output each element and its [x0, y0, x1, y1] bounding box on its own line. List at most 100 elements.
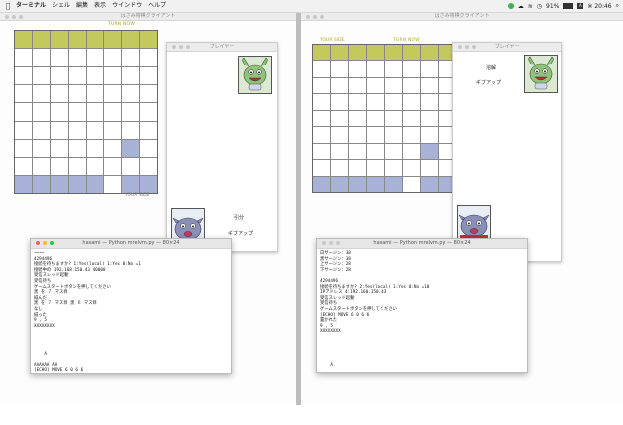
board-cell[interactable] — [104, 157, 122, 175]
board-cell[interactable] — [104, 103, 122, 121]
board-cell[interactable] — [104, 175, 122, 193]
battery-icon[interactable] — [563, 3, 574, 9]
board-cell[interactable] — [140, 49, 157, 67]
input-source-icon[interactable]: A — [577, 3, 584, 9]
board-cell[interactable] — [331, 61, 348, 77]
board-cell[interactable] — [349, 176, 366, 192]
board-cell[interactable] — [104, 121, 122, 139]
board-cell[interactable] — [86, 157, 104, 175]
board-cell[interactable] — [32, 175, 50, 193]
menu-window[interactable]: ウインドウ — [112, 2, 142, 10]
board-cell[interactable] — [68, 85, 86, 103]
board-cell[interactable] — [421, 77, 438, 94]
board-cell[interactable] — [15, 103, 32, 121]
board-cell[interactable] — [140, 67, 157, 85]
board-cell[interactable] — [331, 143, 348, 160]
board-cell[interactable] — [367, 127, 384, 143]
status-app-icon[interactable] — [507, 3, 514, 9]
board-cell[interactable] — [331, 176, 348, 192]
board-cell[interactable] — [50, 67, 68, 85]
board-cell[interactable] — [50, 49, 68, 67]
board-cell[interactable] — [86, 121, 104, 139]
board-cell[interactable] — [421, 45, 438, 61]
board-cell[interactable] — [349, 45, 366, 61]
board-cell[interactable] — [68, 157, 86, 175]
board-cell[interactable] — [50, 139, 68, 157]
board-cell[interactable] — [331, 127, 348, 143]
board-cell[interactable] — [32, 49, 50, 67]
board-cell[interactable] — [385, 127, 402, 143]
board-cell[interactable] — [15, 175, 32, 193]
board-cell[interactable] — [32, 121, 50, 139]
board-cell[interactable] — [15, 49, 32, 67]
board-cell[interactable] — [86, 103, 104, 121]
board-cell[interactable] — [331, 94, 348, 110]
board-cell[interactable] — [15, 85, 32, 103]
board-cell[interactable] — [385, 176, 402, 192]
board-cell[interactable] — [86, 67, 104, 85]
board-cell[interactable] — [68, 175, 86, 193]
board-cell[interactable] — [32, 31, 50, 49]
board-cell[interactable] — [313, 77, 330, 94]
board-cell[interactable] — [104, 49, 122, 67]
right-terminal-window[interactable]: hasami — Python mrelvm.py — 80×24 白サージン：… — [316, 238, 528, 373]
board-cell[interactable] — [140, 31, 157, 49]
board-cell[interactable] — [421, 94, 438, 110]
board-cell[interactable] — [367, 77, 384, 94]
board-cell[interactable] — [104, 31, 122, 49]
board-cell[interactable] — [122, 175, 140, 193]
board-cell[interactable] — [140, 139, 157, 157]
board-cell[interactable] — [50, 157, 68, 175]
board-cell[interactable] — [349, 94, 366, 110]
board-cell[interactable] — [349, 77, 366, 94]
menu-view[interactable]: 表示 — [94, 2, 106, 10]
board-cell[interactable] — [122, 121, 140, 139]
board-cell[interactable] — [68, 139, 86, 157]
board-cell[interactable] — [68, 121, 86, 139]
board-cell[interactable] — [140, 157, 157, 175]
board-cell[interactable] — [140, 175, 157, 193]
board-cell[interactable] — [86, 175, 104, 193]
board-cell[interactable] — [50, 175, 68, 193]
board-cell[interactable] — [122, 139, 140, 157]
board-cell[interactable] — [403, 110, 420, 127]
board-cell[interactable] — [50, 103, 68, 121]
board-cell[interactable] — [104, 85, 122, 103]
board-cell[interactable] — [385, 45, 402, 61]
board-cell[interactable] — [313, 110, 330, 127]
board-cell[interactable] — [122, 49, 140, 67]
board-cell[interactable] — [15, 67, 32, 85]
board-cell[interactable] — [403, 94, 420, 110]
board-cell[interactable] — [122, 103, 140, 121]
board-cell[interactable] — [15, 31, 32, 49]
board-cell[interactable] — [68, 67, 86, 85]
board-cell[interactable] — [385, 143, 402, 160]
board-cell[interactable] — [68, 31, 86, 49]
board-cell[interactable] — [313, 176, 330, 192]
board-cell[interactable] — [421, 127, 438, 143]
wifi-icon[interactable]: ≋ — [528, 3, 533, 10]
board-cell[interactable] — [349, 143, 366, 160]
board-cell[interactable] — [86, 85, 104, 103]
board-cell[interactable] — [68, 49, 86, 67]
board-cell[interactable] — [313, 61, 330, 77]
board-cell[interactable] — [86, 49, 104, 67]
clock-icon[interactable]: ◷ — [537, 3, 542, 10]
board-cell[interactable] — [421, 110, 438, 127]
board-cell[interactable] — [140, 121, 157, 139]
board-cell[interactable] — [367, 176, 384, 192]
board-cell[interactable] — [15, 121, 32, 139]
board-cell[interactable] — [104, 139, 122, 157]
menu-help[interactable]: ヘルプ — [148, 2, 166, 10]
board-cell[interactable] — [104, 67, 122, 85]
menu-terminal[interactable]: ターミナル — [16, 2, 46, 10]
board-cell[interactable] — [313, 143, 330, 160]
board-cell[interactable] — [403, 61, 420, 77]
board-cell[interactable] — [140, 85, 157, 103]
board-cell[interactable] — [421, 143, 438, 160]
board-cell[interactable] — [122, 67, 140, 85]
board-cell[interactable] — [331, 77, 348, 94]
board-cell[interactable] — [86, 31, 104, 49]
board-cell[interactable] — [367, 160, 384, 176]
board-cell[interactable] — [86, 139, 104, 157]
